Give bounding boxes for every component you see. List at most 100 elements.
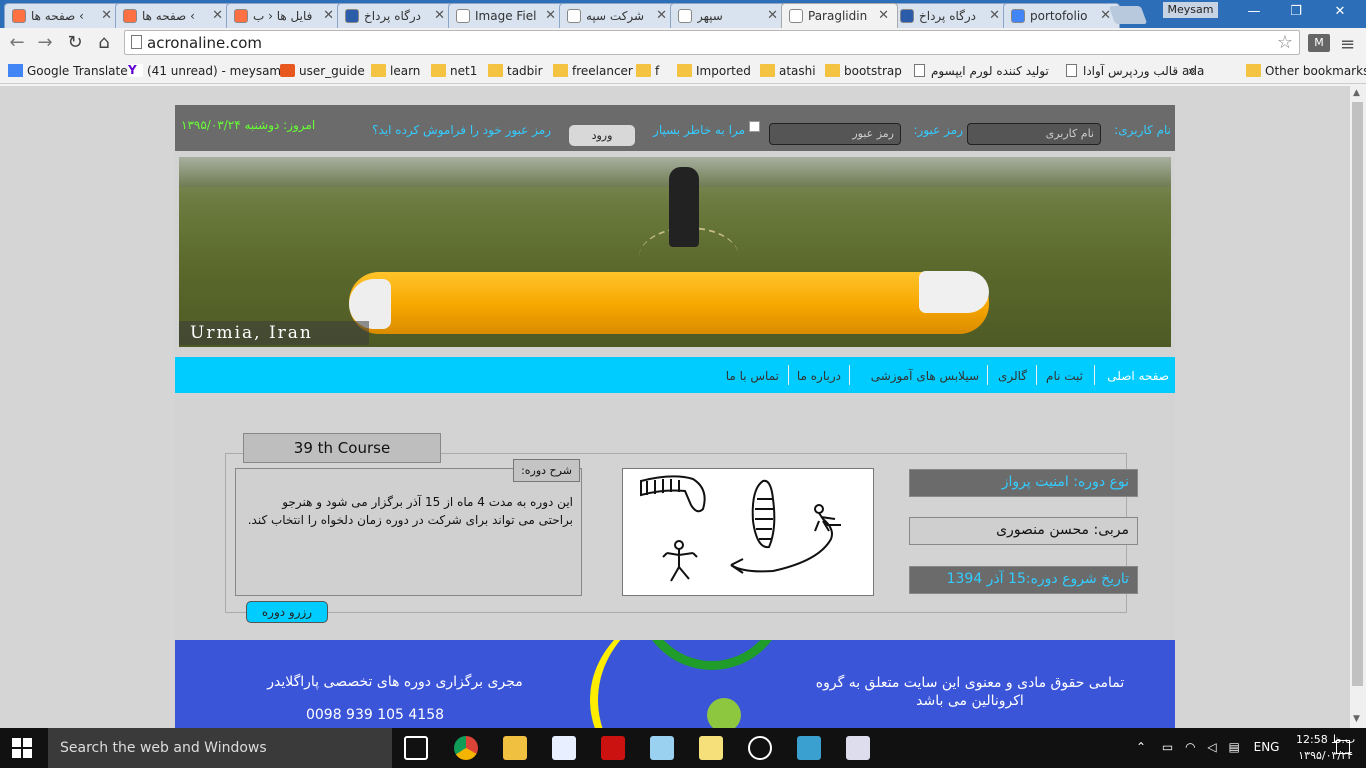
browser-tab[interactable]: portofolio ✕ bbox=[1003, 3, 1120, 28]
bookmark-label: Google Translate bbox=[27, 64, 128, 78]
scroll-down-icon[interactable]: ▼ bbox=[1353, 714, 1360, 724]
sticky-notes-icon[interactable] bbox=[699, 736, 723, 760]
taskbar-search[interactable]: Search the web and Windows bbox=[48, 728, 392, 768]
restore-icon[interactable]: ❐ bbox=[1286, 4, 1306, 20]
username-input[interactable]: نام کاربری bbox=[967, 123, 1101, 145]
bookmark-item[interactable]: tadbir bbox=[488, 62, 543, 80]
bookmark-label: Other bookmarks bbox=[1265, 64, 1366, 78]
bookmark-item[interactable]: Google Translate bbox=[8, 62, 128, 80]
bookmark-label: learn bbox=[390, 64, 421, 78]
notepad-icon[interactable] bbox=[846, 736, 870, 760]
windows-start-icon[interactable] bbox=[12, 738, 32, 758]
browser-tab[interactable]: Image Fiel ✕ bbox=[448, 3, 565, 28]
alarm-clock-icon[interactable] bbox=[748, 736, 772, 760]
gmail-extension-icon[interactable]: M bbox=[1308, 34, 1330, 52]
tab-close-icon[interactable]: ✕ bbox=[989, 8, 1000, 23]
browser-tab[interactable]: فایل ها ‹ ب ✕ bbox=[226, 3, 343, 28]
bookmark-item[interactable]: freelancer bbox=[553, 62, 633, 80]
minimize-icon[interactable]: — bbox=[1244, 4, 1264, 20]
nav-gallery[interactable]: گالری bbox=[998, 369, 1027, 383]
bookmark-item[interactable]: bootstrap bbox=[825, 62, 902, 80]
remember-checkbox[interactable] bbox=[749, 121, 760, 132]
bookmark-item[interactable]: Imported bbox=[677, 62, 751, 80]
message-icon[interactable]: ▤ bbox=[1228, 740, 1239, 754]
browser-tab[interactable]: درگاه پرداخ ✕ bbox=[892, 3, 1009, 28]
notification-icon[interactable] bbox=[1336, 740, 1350, 754]
star-icon[interactable]: ☆ bbox=[1277, 32, 1293, 53]
folder-icon bbox=[1246, 64, 1261, 77]
flashget-icon[interactable] bbox=[601, 736, 625, 760]
folder-icon bbox=[760, 64, 775, 77]
tab-close-icon[interactable]: ✕ bbox=[878, 8, 889, 23]
favicon-icon bbox=[456, 9, 470, 23]
tab-close-icon[interactable]: ✕ bbox=[767, 8, 778, 23]
browser-tab[interactable]: Paraglidin ✕ bbox=[781, 3, 898, 28]
close-window-icon[interactable]: ✕ bbox=[1330, 4, 1350, 20]
language-indicator[interactable]: ENG bbox=[1254, 740, 1280, 754]
tab-close-icon[interactable]: ✕ bbox=[323, 8, 334, 23]
scroll-up-icon[interactable]: ▲ bbox=[1353, 88, 1360, 98]
tab-close-icon[interactable]: ✕ bbox=[212, 8, 223, 23]
chrome-icon[interactable] bbox=[454, 736, 478, 760]
bookmark-item[interactable]: net1 bbox=[431, 62, 477, 80]
chevron-up-icon[interactable]: ⌃ bbox=[1136, 740, 1146, 754]
address-bar[interactable]: acronaline.com ☆ bbox=[124, 30, 1300, 55]
bookmark-label: Imported bbox=[696, 64, 751, 78]
task-view-icon[interactable] bbox=[404, 736, 428, 760]
forgot-password-link[interactable]: رمز عبور خود را فراموش کرده اید؟ bbox=[372, 123, 551, 137]
description-label: شرح دوره: bbox=[513, 459, 580, 482]
nav-home[interactable]: صفحه اصلی bbox=[1107, 369, 1169, 383]
favicon-icon bbox=[123, 9, 137, 23]
back-icon[interactable]: ← bbox=[6, 32, 28, 54]
media-player-icon[interactable] bbox=[552, 736, 576, 760]
reserve-course-button[interactable]: رزرو دوره bbox=[246, 601, 328, 623]
nav-contact[interactable]: تماس با ما bbox=[726, 369, 779, 383]
login-button[interactable]: ورود bbox=[569, 125, 635, 146]
bookmark-item[interactable]: learn bbox=[371, 62, 420, 80]
bookmark-item[interactable]: f bbox=[636, 62, 659, 80]
paragliding-sketch-image bbox=[622, 468, 874, 596]
tab-close-icon[interactable]: ✕ bbox=[101, 8, 112, 23]
browser-tab[interactable]: شرکت سپه ✕ bbox=[559, 3, 676, 28]
ftp-icon[interactable] bbox=[797, 736, 821, 760]
password-input[interactable]: رمز عبور bbox=[769, 123, 901, 145]
wifi-icon[interactable]: ◠ bbox=[1185, 740, 1195, 754]
reload-icon[interactable]: ↻ bbox=[64, 32, 86, 54]
home-icon[interactable]: ⌂ bbox=[93, 32, 115, 54]
tab-close-icon[interactable]: ✕ bbox=[434, 8, 445, 23]
bookmark-item[interactable]: تولید کننده لورم ایپسوم bbox=[912, 62, 1049, 80]
nav-register[interactable]: ثبت نام bbox=[1046, 369, 1083, 383]
scroll-thumb[interactable] bbox=[1352, 102, 1363, 686]
profile-button[interactable]: Meysam bbox=[1163, 2, 1218, 18]
tab-close-icon[interactable]: ✕ bbox=[656, 8, 667, 23]
file-explorer-icon[interactable] bbox=[503, 736, 527, 760]
browser-tab[interactable]: صفحه ها ‹ ✕ bbox=[115, 3, 232, 28]
bookmark-item[interactable]: قالب وردپرس آوادا ada bbox=[1064, 62, 1204, 80]
bookmark-item[interactable]: user_guide bbox=[280, 62, 365, 80]
bookmark-item[interactable]: atashi bbox=[760, 62, 816, 80]
nav-about[interactable]: درباره ما bbox=[797, 369, 841, 383]
bookmark-item[interactable]: » bbox=[1188, 62, 1195, 80]
browser-tab[interactable]: درگاه پرداخ ✕ bbox=[337, 3, 454, 28]
tab-close-icon[interactable]: ✕ bbox=[545, 8, 556, 23]
bookmark-label: atashi bbox=[779, 64, 816, 78]
course-coach: مربی: محسن منصوری bbox=[909, 517, 1138, 545]
pilot-figure bbox=[669, 167, 699, 247]
new-tab-button[interactable] bbox=[1108, 6, 1148, 24]
bookmark-item[interactable]: Y (41 unread) - meysam bbox=[128, 62, 281, 80]
network-icon[interactable]: ▭ bbox=[1162, 740, 1173, 754]
login-bar: نام کاربری: نام کاربری رمز عبور: رمز عبو… bbox=[175, 105, 1175, 151]
nav-syllabus[interactable]: سیلابس های آموزشی bbox=[871, 369, 979, 383]
folder-icon bbox=[371, 64, 386, 77]
browser-tab[interactable]: سپهر ✕ bbox=[670, 3, 787, 28]
course-title-tab[interactable]: 39 th Course bbox=[243, 433, 441, 463]
volume-icon[interactable]: ◁ bbox=[1207, 740, 1216, 754]
banner-image: Urmia, Iran bbox=[179, 157, 1171, 347]
menu-icon[interactable]: ≡ bbox=[1340, 34, 1355, 55]
bookmark-item[interactable]: Other bookmarks bbox=[1246, 62, 1366, 80]
forward-icon[interactable]: → bbox=[34, 32, 56, 54]
app-icon[interactable] bbox=[650, 736, 674, 760]
browser-tab[interactable]: صفحه ها ‹ ✕ bbox=[4, 3, 121, 28]
codeigniter-icon bbox=[280, 64, 295, 77]
footer-rights: تمامی حقوق مادی و معنوی این سایت متعلق ب… bbox=[815, 675, 1125, 709]
